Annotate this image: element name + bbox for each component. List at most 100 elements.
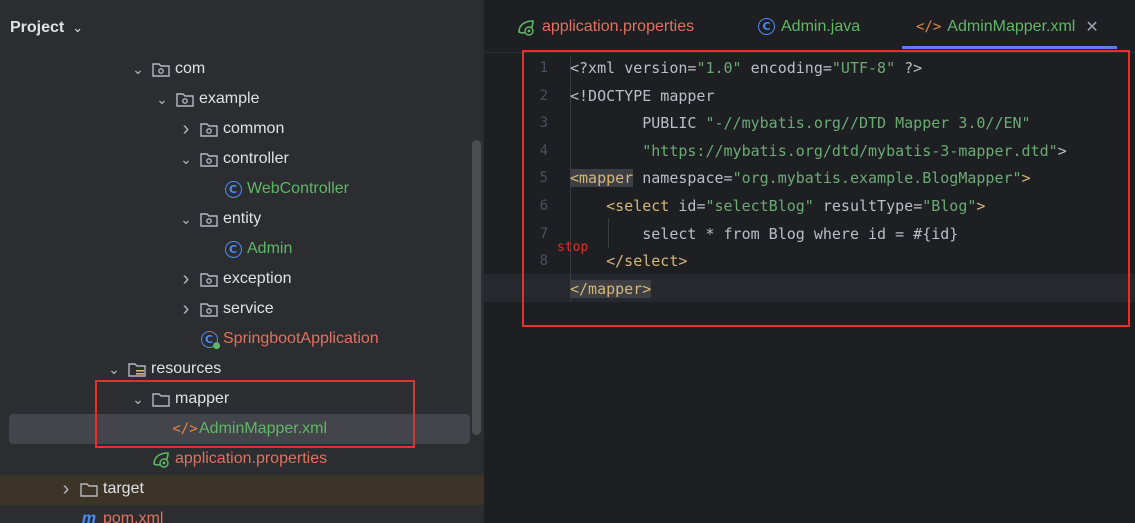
package-folder-icon [199,272,219,287]
code-token: "-//mybatis.org//DTD Mapper 3.0//EN" [705,114,1031,133]
package-folder-icon [199,212,219,227]
chevron-down-icon[interactable]: ⌄ [72,20,83,36]
code-token: PUBLIC [570,114,706,133]
code-line: <mapper namespace="org.mybatis.example.B… [570,164,1031,192]
package-folder-icon [199,122,219,137]
tab-label: Admin.java [781,17,861,35]
chevron-right-icon[interactable]: › [179,118,193,141]
code-token: = [723,169,733,188]
code-line: select * from Blog where id = #{id} [570,220,958,248]
tab-application-properties[interactable]: application.properties [516,0,694,53]
code-token: id [669,197,697,215]
line-number: 5 [539,170,548,187]
tree-item-label: SpringbootApplication [223,330,379,347]
chevron-right-icon[interactable]: › [59,478,73,501]
tree-item[interactable]: application.properties [0,444,484,474]
tree-item-label: WebController [247,180,349,197]
chevron-right-icon[interactable]: › [179,298,193,321]
line-number: 8 [539,253,548,270]
close-icon[interactable]: ✕ [1085,17,1098,37]
code-token: namespace [633,169,724,188]
tree-item[interactable]: </> AdminMapper.xml [0,414,484,444]
tree-item-label: target [103,480,144,497]
code-line: </mapper> [570,275,652,303]
package-folder-icon [175,92,195,107]
code-token: > [1057,141,1067,160]
chevron-down-icon[interactable]: ⌄ [155,91,169,108]
code-token: resultType [813,197,914,215]
tree-item-label: resources [151,360,222,377]
code-token: <select [570,197,670,215]
tree-item[interactable]: ⌄ resources [0,354,484,384]
code-line: "https://mybatis.org/dtd/mybatis-3-mappe… [570,137,1067,165]
tree-item-label: mapper [175,390,230,407]
tree-scrollbar[interactable] [472,140,481,435]
tree-item[interactable]: › service [0,294,484,324]
code-line: <!DOCTYPE mapper [570,82,715,110]
java-class-icon: C [223,240,243,258]
tree-item-label: example [199,90,260,107]
tree-item[interactable]: C WebController [0,174,484,204]
folder-icon [151,392,171,407]
code-token: version [624,59,688,77]
tree-item[interactable]: ⌄ com [0,54,484,84]
code-token: "https://mybatis.org/dtd/mybatis-3-mappe… [642,141,1058,160]
tab-label: AdminMapper.xml [947,17,1076,35]
code-token: <!DOCTYPE mapper [570,86,715,105]
java-class-icon: C [223,180,243,198]
line-number: 1 [539,60,548,76]
tree-item[interactable]: C Admin [0,234,484,264]
tree-item[interactable]: ⌄ entity [0,204,484,234]
code-token: <?xml [570,59,625,77]
code-token: > [976,197,986,215]
chevron-down-icon[interactable]: ⌄ [179,211,193,228]
properties-file-icon [516,18,536,36]
tree-item[interactable]: C ● SpringbootApplication [0,324,484,354]
chevron-down-icon[interactable]: ⌄ [131,391,145,408]
line-number: 6 [539,198,548,214]
tree-item-label: pom.xml [103,510,164,523]
xml-file-icon: </> [172,421,198,437]
code-token: "UTF-8" [831,59,896,77]
code-token: "1.0" [696,59,742,77]
code-editor[interactable]: <?xml version="1.0" encoding="UTF-8" ?> <… [484,56,1135,523]
chevron-down-icon[interactable]: ⌄ [131,61,145,78]
xml-file-icon: </> [916,18,942,35]
code-token: encoding [741,59,823,77]
editor-tab-bar: application.properties C Admin.java </> … [484,0,1135,53]
tree-item-label: entity [223,210,262,227]
tree-item[interactable]: › target [0,474,484,504]
tree-item[interactable]: m pom.xml [0,504,484,523]
code-token: > [1021,169,1031,188]
tab-admin-java[interactable]: C Admin.java [758,0,860,53]
chevron-down-icon[interactable]: ⌄ [107,361,121,378]
code-line: <select id="selectBlog" resultType="Blog… [570,192,985,220]
code-token: = [822,59,832,77]
tree-item-label: com [175,60,206,77]
package-folder-icon [199,152,219,167]
tree-item[interactable]: ⌄ controller [0,144,484,174]
code-token: "Blog" [922,197,977,215]
line-number: 2 [539,87,548,104]
resources-folder-icon [127,362,147,377]
code-token: ?> [895,59,923,77]
tree-item-label: service [223,300,274,317]
chevron-right-icon[interactable]: › [179,268,193,291]
tree-item[interactable]: › exception [0,264,484,294]
tree-item[interactable]: › common [0,114,484,144]
tree-item[interactable]: ⌄ example [0,84,484,114]
tree-item-label: Admin [247,240,293,257]
code-token: "org.mybatis.example.BlogMapper" [732,169,1022,188]
chevron-down-icon[interactable]: ⌄ [179,151,193,168]
project-header[interactable]: Project ⌄ [0,0,484,56]
tree-item-label: exception [223,270,292,287]
line-number: 4 [539,142,548,159]
code-token: <mapper [570,169,634,188]
code-token: select * from Blog where id = #{id} [570,224,959,243]
active-tab-indicator [902,46,1117,49]
tree-item[interactable]: ⌄ mapper [0,384,484,414]
package-folder-icon [199,302,219,317]
properties-file-icon [151,450,171,468]
project-title: Project [10,19,65,36]
